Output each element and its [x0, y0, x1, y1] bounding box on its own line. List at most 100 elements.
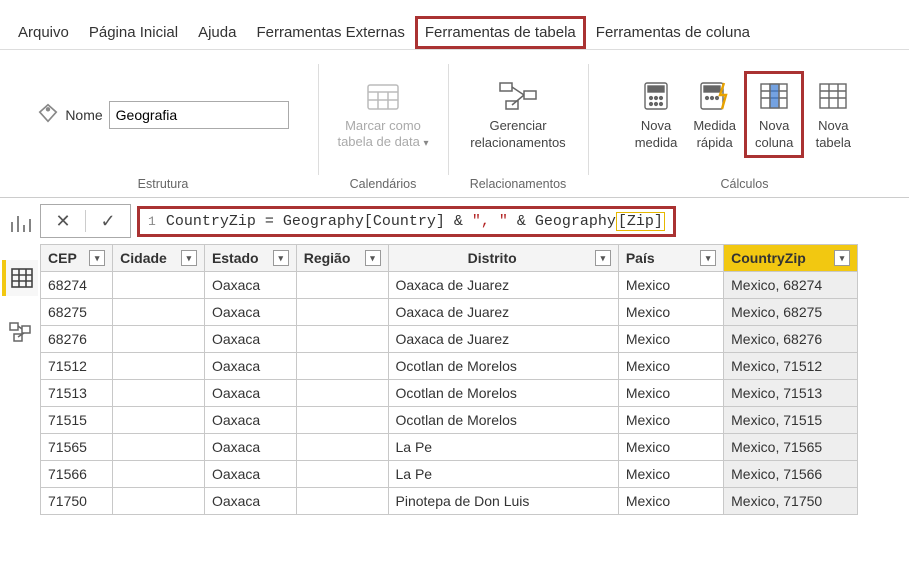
- menu-tab-ferramentas-tabela[interactable]: Ferramentas de tabela: [415, 16, 586, 49]
- cell-regiao[interactable]: [296, 488, 388, 515]
- cell-cep[interactable]: 71566: [41, 461, 113, 488]
- cell-cidade[interactable]: [113, 488, 205, 515]
- cell-cep[interactable]: 71565: [41, 434, 113, 461]
- filter-icon[interactable]: ▾: [700, 250, 716, 266]
- cell-estado[interactable]: Oaxaca: [204, 299, 296, 326]
- cell-distrito[interactable]: Oaxaca de Juarez: [388, 299, 618, 326]
- table-row[interactable]: 71515 Oaxaca Ocotlan de MorelosMexicoMexic…: [41, 407, 858, 434]
- menu-tab-arquivo[interactable]: Arquivo: [8, 16, 79, 49]
- cell-pais[interactable]: Mexico: [618, 461, 723, 488]
- filter-icon[interactable]: ▾: [181, 250, 197, 266]
- cell-czip[interactable]: Mexico, 71515: [724, 407, 858, 434]
- cell-cep[interactable]: 71515: [41, 407, 113, 434]
- cell-distrito[interactable]: La Pe: [388, 434, 618, 461]
- cell-distrito[interactable]: Oaxaca de Juarez: [388, 272, 618, 299]
- cell-czip[interactable]: Mexico, 71565: [724, 434, 858, 461]
- nav-model-view[interactable]: [2, 314, 38, 350]
- cell-pais[interactable]: Mexico: [618, 380, 723, 407]
- cell-estado[interactable]: Oaxaca: [204, 326, 296, 353]
- data-grid[interactable]: CEP▾ Cidade▾ Estado▾ Região▾ Distrito▾ P…: [40, 244, 858, 515]
- cell-regiao[interactable]: [296, 380, 388, 407]
- nav-report-view[interactable]: [2, 206, 38, 242]
- cell-distrito[interactable]: Ocotlan de Morelos: [388, 380, 618, 407]
- table-row[interactable]: 71566OaxacaLa PeMexicoMexico, 71566: [41, 461, 858, 488]
- cell-cidade[interactable]: [113, 434, 205, 461]
- col-header-regiao[interactable]: Região▾: [296, 245, 388, 272]
- cell-czip[interactable]: Mexico, 68275: [724, 299, 858, 326]
- cell-distrito[interactable]: La Pe: [388, 461, 618, 488]
- menu-tab-pagina-inicial[interactable]: Página Inicial: [79, 16, 188, 49]
- cell-pais[interactable]: Mexico: [618, 326, 723, 353]
- cell-regiao[interactable]: [296, 272, 388, 299]
- cell-pais[interactable]: Mexico: [618, 407, 723, 434]
- col-header-distrito[interactable]: Distrito▾: [388, 245, 618, 272]
- cell-cidade[interactable]: [113, 353, 205, 380]
- cell-estado[interactable]: Oaxaca: [204, 488, 296, 515]
- table-row[interactable]: 68274OaxacaOaxaca de JuarezMexicoMexico,…: [41, 272, 858, 299]
- table-name-input[interactable]: [109, 101, 289, 129]
- cell-estado[interactable]: Oaxaca: [204, 407, 296, 434]
- col-header-cidade[interactable]: Cidade▾: [113, 245, 205, 272]
- cell-distrito[interactable]: Oaxaca de Juarez: [388, 326, 618, 353]
- new-column-button[interactable]: Nova coluna: [744, 71, 804, 158]
- table-row[interactable]: 71750 Oaxaca Pinotepa de Don LuisMexicoMex…: [41, 488, 858, 515]
- cell-cidade[interactable]: [113, 272, 205, 299]
- cell-cep[interactable]: 68276: [41, 326, 113, 353]
- cell-cep[interactable]: 71513: [41, 380, 113, 407]
- cell-cidade[interactable]: [113, 461, 205, 488]
- cell-cep[interactable]: 68275: [41, 299, 113, 326]
- cell-czip[interactable]: Mexico, 71566: [724, 461, 858, 488]
- filter-icon[interactable]: ▾: [273, 250, 289, 266]
- cell-pais[interactable]: Mexico: [618, 488, 723, 515]
- col-header-cep[interactable]: CEP▾: [41, 245, 113, 272]
- formula-input[interactable]: 1 CountryZip = Geography[Country] & ", "…: [137, 206, 676, 237]
- cell-pais[interactable]: Mexico: [618, 272, 723, 299]
- filter-icon[interactable]: ▾: [834, 250, 850, 266]
- cell-czip[interactable]: Mexico, 71750: [724, 488, 858, 515]
- formula-commit-button[interactable]: ✓: [86, 211, 130, 232]
- cell-cidade[interactable]: [113, 299, 205, 326]
- formula-cancel-button[interactable]: ✕: [41, 211, 85, 232]
- cell-estado[interactable]: Oaxaca: [204, 272, 296, 299]
- table-row[interactable]: 68276 Oaxaca Oaxaca de JuarezMexicoMexico,…: [41, 326, 858, 353]
- cell-czip[interactable]: Mexico, 71512: [724, 353, 858, 380]
- filter-icon[interactable]: ▾: [595, 250, 611, 266]
- cell-cidade[interactable]: [113, 326, 205, 353]
- filter-icon[interactable]: ▾: [89, 250, 105, 266]
- cell-distrito[interactable]: Ocotlan de Morelos: [388, 407, 618, 434]
- cell-estado[interactable]: Oaxaca: [204, 380, 296, 407]
- cell-cep[interactable]: 71512: [41, 353, 113, 380]
- mark-as-date-table-button[interactable]: Marcar como tabela de data ▾: [329, 74, 436, 155]
- table-row[interactable]: 71512 Oaxaca Ocotlan de MorelosMexicoMexic…: [41, 353, 858, 380]
- cell-regiao[interactable]: [296, 299, 388, 326]
- table-row[interactable]: 71513 Oaxaca Ocotlan de MorelosMexicoMexic…: [41, 380, 858, 407]
- menu-tab-ajuda[interactable]: Ajuda: [188, 16, 246, 49]
- new-measure-button[interactable]: Nova medida: [627, 74, 686, 155]
- cell-estado[interactable]: Oaxaca: [204, 353, 296, 380]
- cell-regiao[interactable]: [296, 407, 388, 434]
- col-header-pais[interactable]: País▾: [618, 245, 723, 272]
- cell-distrito[interactable]: Ocotlan de Morelos: [388, 353, 618, 380]
- cell-cep[interactable]: 71750: [41, 488, 113, 515]
- table-row[interactable]: 71565 Oaxaca La PeMexicoMexico, 71565: [41, 434, 858, 461]
- col-header-estado[interactable]: Estado▾: [204, 245, 296, 272]
- cell-regiao[interactable]: [296, 461, 388, 488]
- cell-pais[interactable]: Mexico: [618, 434, 723, 461]
- col-header-countryzip[interactable]: CountryZip▾: [724, 245, 858, 272]
- cell-czip[interactable]: Mexico, 68274: [724, 272, 858, 299]
- menu-tab-ferramentas-coluna[interactable]: Ferramentas de coluna: [586, 16, 760, 49]
- new-table-button[interactable]: Nova tabela: [804, 74, 862, 155]
- quick-measure-button[interactable]: Medida rápida: [685, 74, 744, 155]
- cell-regiao[interactable]: [296, 434, 388, 461]
- menu-tab-ferramentas-externas[interactable]: Ferramentas Externas: [246, 16, 414, 49]
- cell-estado[interactable]: Oaxaca: [204, 434, 296, 461]
- cell-cidade[interactable]: [113, 407, 205, 434]
- cell-regiao[interactable]: [296, 353, 388, 380]
- cell-czip[interactable]: Mexico, 68276: [724, 326, 858, 353]
- nav-data-view[interactable]: [2, 260, 38, 296]
- cell-pais[interactable]: Mexico: [618, 353, 723, 380]
- filter-icon[interactable]: ▾: [365, 250, 381, 266]
- cell-distrito[interactable]: Pinotepa de Don Luis: [388, 488, 618, 515]
- cell-pais[interactable]: Mexico: [618, 299, 723, 326]
- cell-czip[interactable]: Mexico, 71513: [724, 380, 858, 407]
